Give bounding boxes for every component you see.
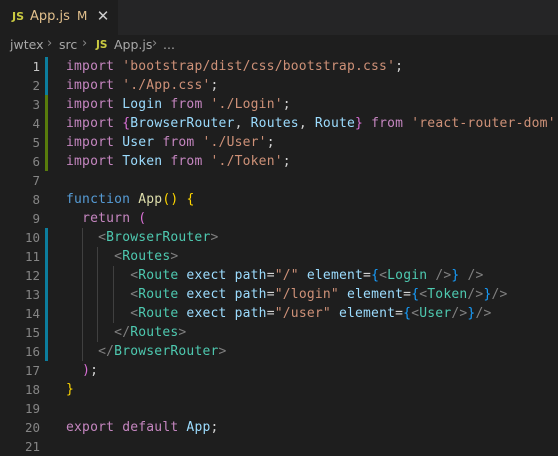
line-number: 1 bbox=[32, 59, 40, 74]
code-line[interactable]: 13 <Route exect path="/login" element={<… bbox=[0, 285, 558, 304]
indent-guide bbox=[97, 247, 99, 342]
tab-app-js[interactable]: JS App.js M ✕ bbox=[0, 0, 118, 35]
code-line[interactable]: 19 bbox=[0, 399, 558, 418]
git-modified-indicator bbox=[45, 304, 48, 323]
line-number: 11 bbox=[24, 249, 40, 264]
chevron-right-icon: › bbox=[47, 36, 53, 51]
breadcrumb-symbols[interactable]: ... bbox=[163, 37, 175, 52]
line-number: 8 bbox=[32, 192, 40, 207]
code-line[interactable]: 10 <BrowserRouter> bbox=[0, 228, 558, 247]
code-text: import 'bootstrap/dist/css/bootstrap.css… bbox=[66, 59, 404, 74]
git-modified-indicator bbox=[45, 323, 48, 342]
code-text: import './App.css'; bbox=[66, 78, 219, 93]
line-number: 20 bbox=[24, 420, 40, 435]
git-added-indicator bbox=[45, 95, 48, 114]
line-number: 6 bbox=[32, 154, 40, 169]
breadcrumb-folder-jwtex[interactable]: jwtex bbox=[10, 37, 43, 52]
git-added-indicator bbox=[45, 152, 48, 171]
git-modified-indicator bbox=[45, 342, 48, 361]
code-line[interactable]: 9 return ( bbox=[0, 209, 558, 228]
line-number: 15 bbox=[24, 325, 40, 340]
line-number: 3 bbox=[32, 97, 40, 112]
code-line[interactable]: 1 import 'bootstrap/dist/css/bootstrap.cs… bbox=[0, 57, 558, 76]
code-line[interactable]: 21 bbox=[0, 437, 558, 456]
code-line[interactable]: 15 </Routes> bbox=[0, 323, 558, 342]
code-text: ); bbox=[82, 363, 99, 378]
code-text: <Route exect path="/user" element={<User… bbox=[130, 306, 492, 321]
chevron-right-icon: › bbox=[152, 36, 158, 51]
code-line[interactable]: 7 bbox=[0, 171, 558, 190]
javascript-file-icon: JS bbox=[96, 39, 108, 51]
code-line[interactable]: 6 import Token from './Token'; bbox=[0, 152, 558, 171]
code-text: <BrowserRouter> bbox=[98, 230, 219, 245]
breadcrumb: jwtex › src › JS App.js › ... bbox=[0, 35, 558, 57]
git-modified-indicator bbox=[45, 76, 48, 95]
line-number: 7 bbox=[32, 173, 40, 188]
line-number: 18 bbox=[24, 382, 40, 397]
code-text: import {BrowserRouter, Routes, Route} fr… bbox=[66, 116, 558, 131]
code-line[interactable]: 20 export default App; bbox=[0, 418, 558, 437]
line-number: 16 bbox=[24, 344, 40, 359]
code-text: } bbox=[66, 382, 75, 397]
modified-status-badge: M bbox=[77, 9, 88, 23]
line-number: 4 bbox=[32, 116, 40, 131]
line-number: 5 bbox=[32, 135, 40, 150]
tab-filename: App.js bbox=[30, 9, 70, 24]
code-text: <Route exect path="/" element={<Login />… bbox=[130, 268, 484, 283]
javascript-file-icon: JS bbox=[12, 10, 25, 23]
code-text: </BrowserRouter> bbox=[98, 344, 227, 359]
git-modified-indicator bbox=[45, 228, 48, 247]
code-text: import Token from './Token'; bbox=[66, 154, 291, 169]
code-text: import User from './User'; bbox=[66, 135, 275, 150]
line-number: 2 bbox=[32, 78, 40, 93]
code-line[interactable]: 3 import Login from './Login'; bbox=[0, 95, 558, 114]
breadcrumb-file-app-js[interactable]: App.js bbox=[114, 37, 152, 52]
code-line[interactable]: 2 import './App.css'; bbox=[0, 76, 558, 95]
code-line[interactable]: 11 <Routes> bbox=[0, 247, 558, 266]
chevron-right-icon: › bbox=[82, 36, 88, 51]
git-added-indicator bbox=[45, 133, 48, 152]
code-text: import Login from './Login'; bbox=[66, 97, 291, 112]
breadcrumb-folder-src[interactable]: src bbox=[59, 37, 77, 52]
code-text: return ( bbox=[82, 211, 147, 226]
code-line[interactable]: 4 import {BrowserRouter, Routes, Route} f… bbox=[0, 114, 558, 133]
git-modified-indicator bbox=[45, 285, 48, 304]
close-icon[interactable]: ✕ bbox=[95, 6, 111, 26]
code-text: <Route exect path="/login" element={<Tok… bbox=[130, 287, 508, 302]
line-number: 12 bbox=[24, 268, 40, 283]
code-text: </Routes> bbox=[114, 325, 187, 340]
line-number: 21 bbox=[24, 439, 40, 454]
line-number: 13 bbox=[24, 287, 40, 302]
code-text: function App() { bbox=[66, 192, 195, 207]
code-line[interactable]: 5 import User from './User'; bbox=[0, 133, 558, 152]
line-number: 9 bbox=[32, 211, 40, 226]
indent-guide bbox=[112, 266, 114, 323]
git-modified-indicator bbox=[45, 247, 48, 266]
code-text: export default App; bbox=[66, 420, 219, 435]
code-line[interactable]: 12 <Route exect path="/" element={<Login… bbox=[0, 266, 558, 285]
code-text: <Routes> bbox=[114, 249, 179, 264]
git-modified-indicator bbox=[45, 266, 48, 285]
code-line[interactable]: 14 <Route exect path="/user" element={<U… bbox=[0, 304, 558, 323]
tab-bar: JS App.js M ✕ bbox=[0, 0, 558, 35]
code-line[interactable]: 8 function App() { bbox=[0, 190, 558, 209]
code-line[interactable]: 16 </BrowserRouter> bbox=[0, 342, 558, 361]
line-number: 10 bbox=[24, 230, 40, 245]
code-editor[interactable]: 1 import 'bootstrap/dist/css/bootstrap.cs… bbox=[0, 57, 558, 454]
line-number: 17 bbox=[24, 363, 40, 378]
indent-guide bbox=[81, 228, 83, 361]
git-modified-indicator bbox=[45, 57, 48, 76]
code-line[interactable]: 18} bbox=[0, 380, 558, 399]
code-line[interactable]: 17 ); bbox=[0, 361, 558, 380]
line-number: 14 bbox=[24, 306, 40, 321]
line-number: 19 bbox=[24, 401, 40, 416]
git-added-indicator bbox=[45, 114, 48, 133]
